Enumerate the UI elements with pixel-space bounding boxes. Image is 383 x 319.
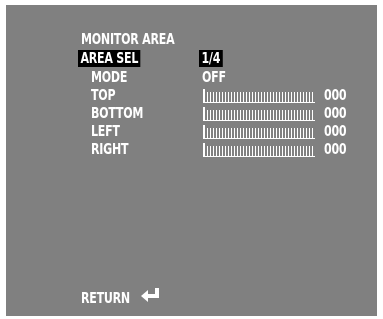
mode-label[interactable]: MODE bbox=[91, 69, 127, 86]
slider-cursor[interactable] bbox=[203, 143, 205, 157]
left-label[interactable]: LEFT bbox=[91, 123, 120, 140]
slider-baseline bbox=[203, 102, 315, 103]
bottom-value: 000 bbox=[324, 104, 347, 122]
enter-arrow-icon[interactable] bbox=[141, 288, 161, 302]
area-sel-value[interactable]: 1/4 bbox=[199, 50, 223, 67]
slider-baseline bbox=[203, 138, 315, 139]
right-label[interactable]: RIGHT bbox=[91, 141, 129, 158]
mode-value[interactable]: OFF bbox=[202, 69, 226, 86]
area-sel-label[interactable]: AREA SEL bbox=[78, 50, 141, 67]
slider-cursor[interactable] bbox=[203, 89, 205, 103]
top-slider[interactable] bbox=[203, 89, 315, 103]
right-value: 000 bbox=[324, 140, 347, 158]
menu-title: MONITOR AREA bbox=[81, 30, 175, 48]
right-slider[interactable] bbox=[203, 143, 315, 157]
slider-baseline bbox=[203, 120, 315, 121]
slider-cursor[interactable] bbox=[203, 107, 205, 121]
monitor-area-menu: MONITOR AREA AREA SEL 1/4 MODE OFF TOP 0… bbox=[6, 5, 377, 316]
top-label[interactable]: TOP bbox=[91, 87, 116, 104]
slider-cursor[interactable] bbox=[203, 125, 205, 139]
top-value: 000 bbox=[324, 86, 347, 104]
slider-baseline bbox=[203, 156, 315, 157]
bottom-slider[interactable] bbox=[203, 107, 315, 121]
left-value: 000 bbox=[324, 122, 347, 140]
left-slider[interactable] bbox=[203, 125, 315, 139]
return-label[interactable]: RETURN bbox=[81, 290, 130, 307]
bottom-label[interactable]: BOTTOM bbox=[91, 105, 143, 122]
